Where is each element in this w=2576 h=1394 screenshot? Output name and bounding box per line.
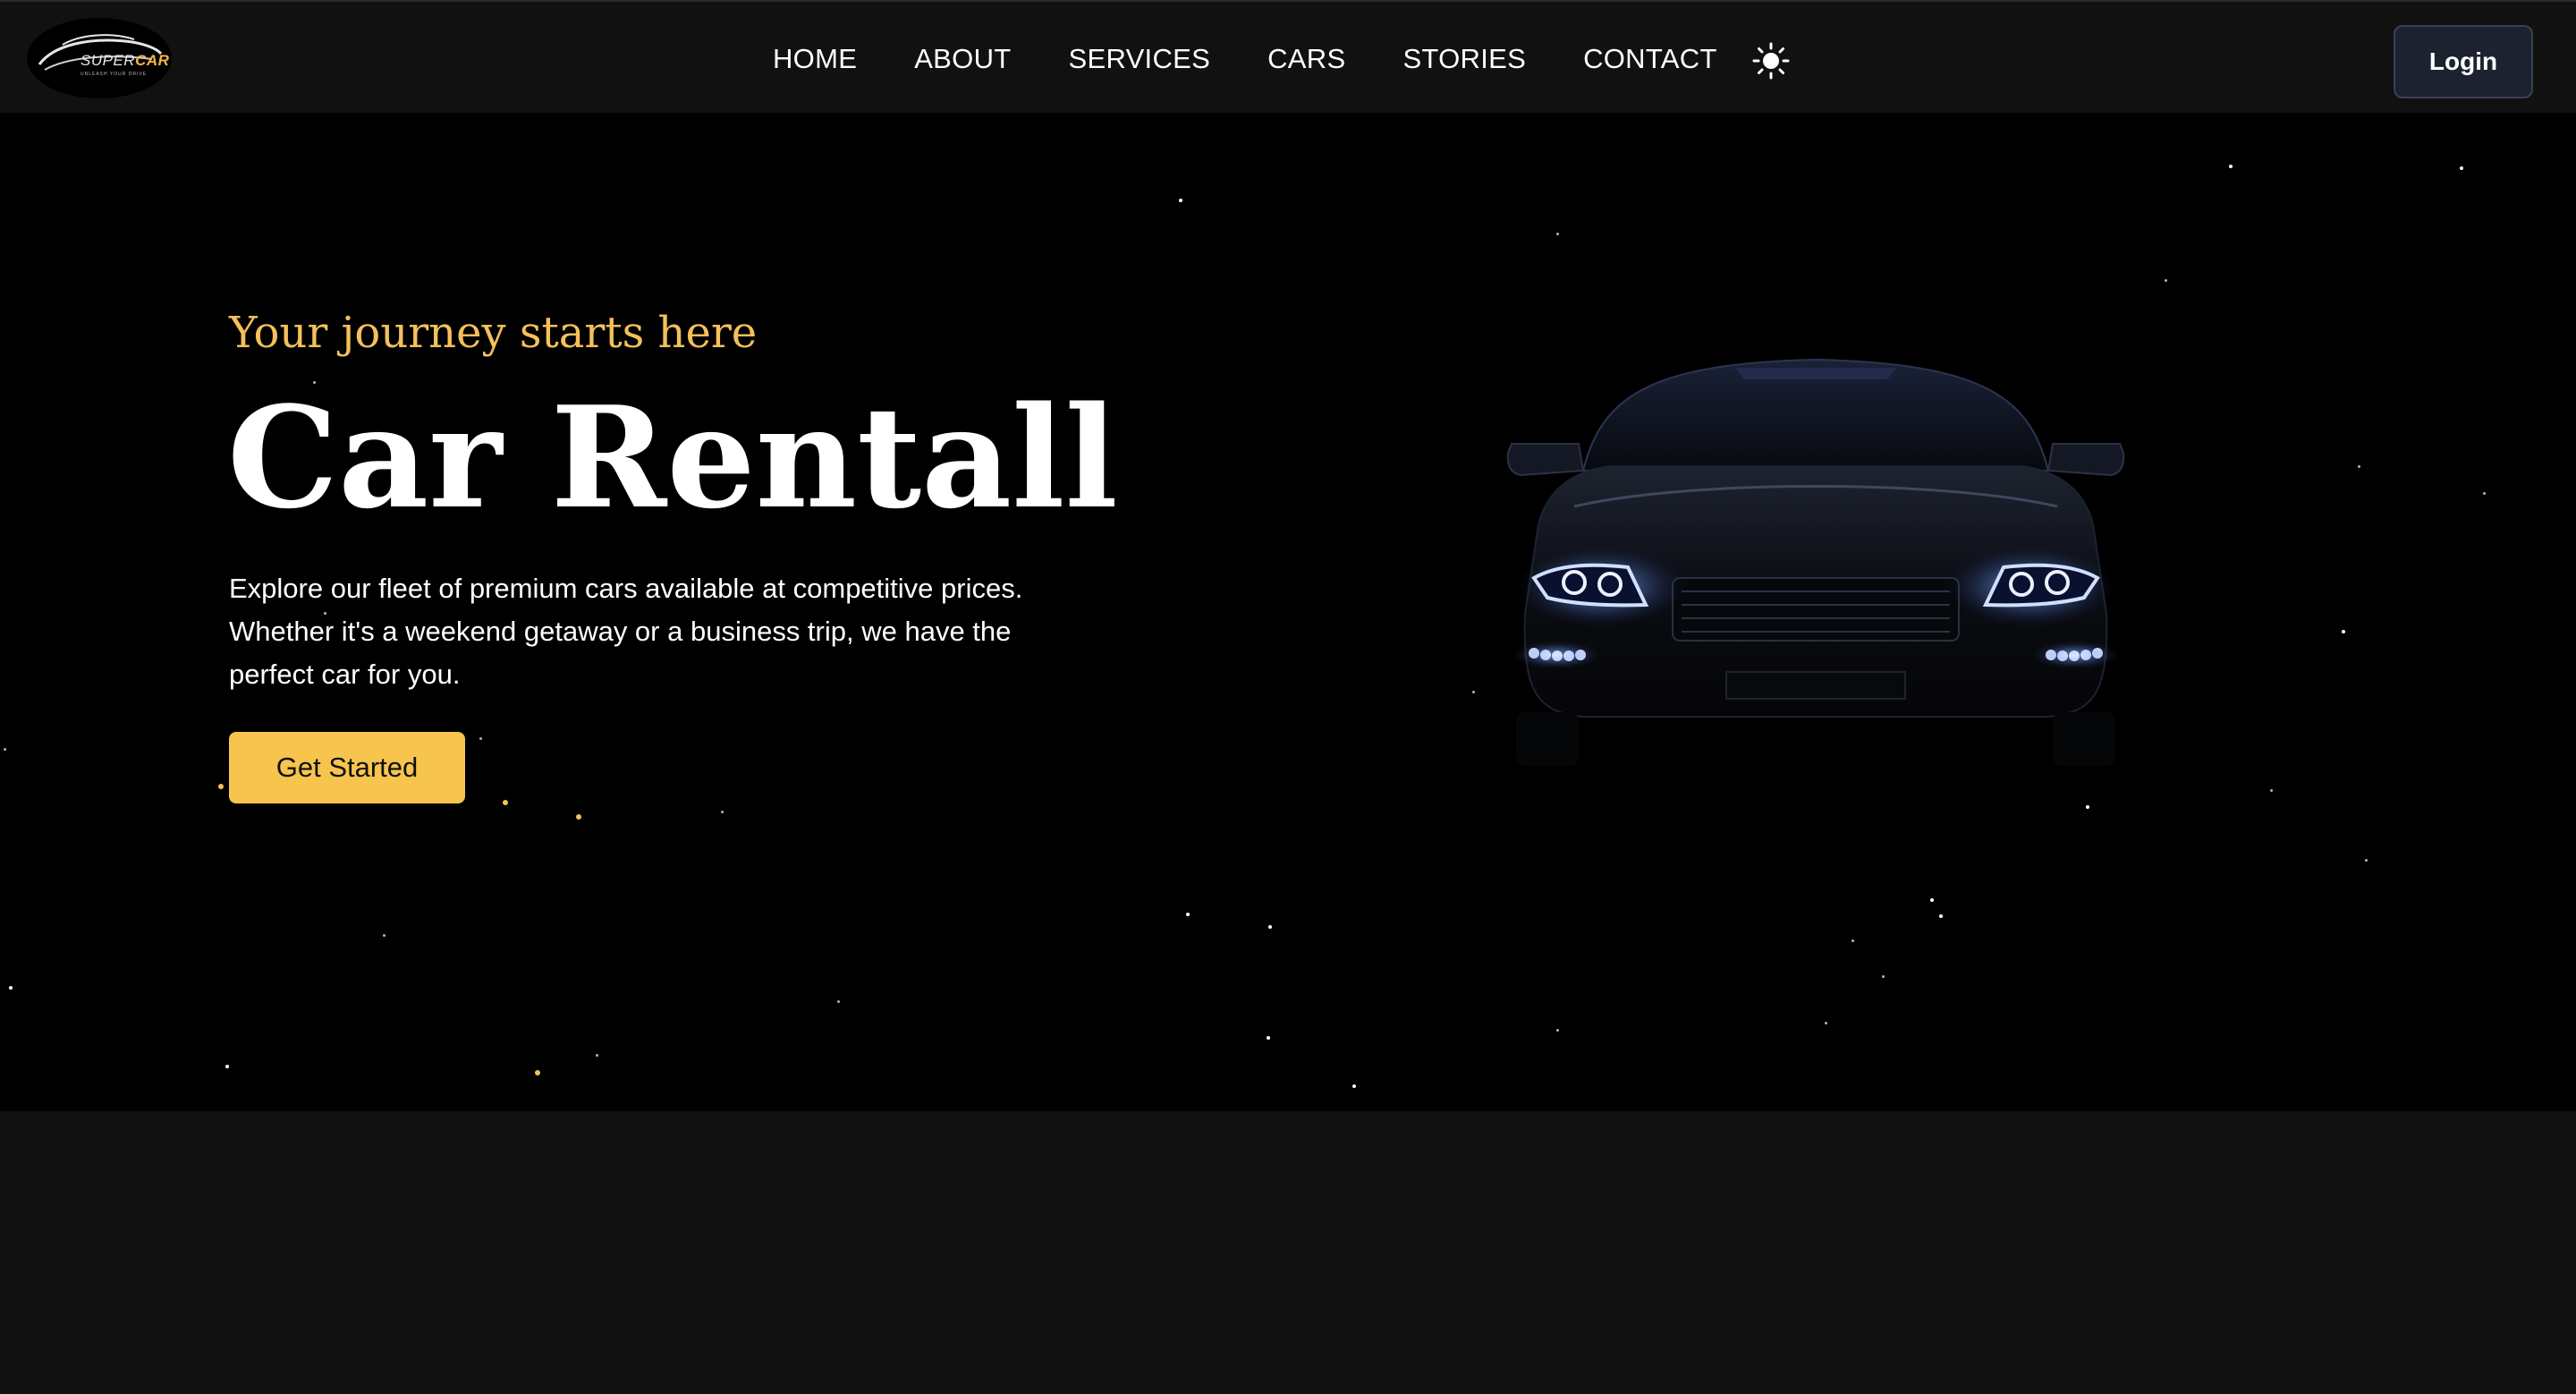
car-image xyxy=(1506,358,2125,766)
star xyxy=(1267,1036,1270,1040)
nav-cars[interactable]: CARS xyxy=(1267,43,1345,75)
star xyxy=(2483,492,2486,495)
nav-stories[interactable]: STORIES xyxy=(1402,43,1526,75)
hero-section: Your journey starts here Car Rentall Exp… xyxy=(0,113,2576,1111)
star xyxy=(503,800,508,805)
nav-services[interactable]: SERVICES xyxy=(1069,43,1211,75)
star xyxy=(383,934,386,937)
star xyxy=(576,814,581,820)
star xyxy=(479,737,482,740)
hero-description: Explore our fleet of premium cars availa… xyxy=(229,573,1023,690)
theme-toggle-button[interactable] xyxy=(1751,41,1791,81)
star xyxy=(535,1070,540,1075)
sun-icon xyxy=(1752,42,1790,80)
star xyxy=(2270,789,2273,792)
star xyxy=(1939,914,1943,918)
star xyxy=(2342,630,2345,633)
logo-tagline: UNLEASH YOUR DRIVE xyxy=(80,72,148,77)
main-nav: HOME ABOUT SERVICES CARS STORIES CONTACT xyxy=(773,41,1775,77)
star xyxy=(1352,1084,1356,1088)
star xyxy=(596,1054,598,1057)
nav-about[interactable]: ABOUT xyxy=(914,43,1011,75)
star xyxy=(721,811,724,813)
login-button[interactable]: Login xyxy=(2394,25,2533,98)
logo[interactable]: SUPERCAR UNLEASH YOUR DRIVE xyxy=(27,18,172,98)
logo-brand: SUPERCAR xyxy=(80,52,169,70)
hero-subtitle: Your journey starts here xyxy=(229,308,758,358)
star xyxy=(2165,279,2167,282)
star xyxy=(2460,166,2463,170)
star xyxy=(225,1065,229,1068)
nav-home[interactable]: HOME xyxy=(773,43,857,75)
star xyxy=(218,784,224,789)
star xyxy=(1825,1022,1827,1024)
logo-brand-yellow: CAR xyxy=(135,52,170,69)
star xyxy=(1186,913,1190,916)
hero-title: Car Rentall xyxy=(227,376,1118,540)
star xyxy=(2229,165,2233,168)
logo-brand-white: SUPER xyxy=(80,52,136,69)
star xyxy=(9,986,13,990)
star xyxy=(1852,939,1854,942)
star xyxy=(837,1000,840,1003)
star xyxy=(1268,925,1272,929)
star xyxy=(1556,1029,1559,1032)
star xyxy=(1556,233,1559,235)
next-section xyxy=(0,1111,2576,1394)
star xyxy=(2358,465,2360,468)
star xyxy=(2365,859,2368,862)
nav-contact[interactable]: CONTACT xyxy=(1583,43,1717,75)
star xyxy=(4,748,6,751)
star xyxy=(1882,975,1885,978)
top-navbar: SUPERCAR UNLEASH YOUR DRIVE HOME ABOUT S… xyxy=(0,0,2576,113)
get-started-button[interactable]: Get Started xyxy=(229,732,465,803)
star xyxy=(1179,199,1182,202)
